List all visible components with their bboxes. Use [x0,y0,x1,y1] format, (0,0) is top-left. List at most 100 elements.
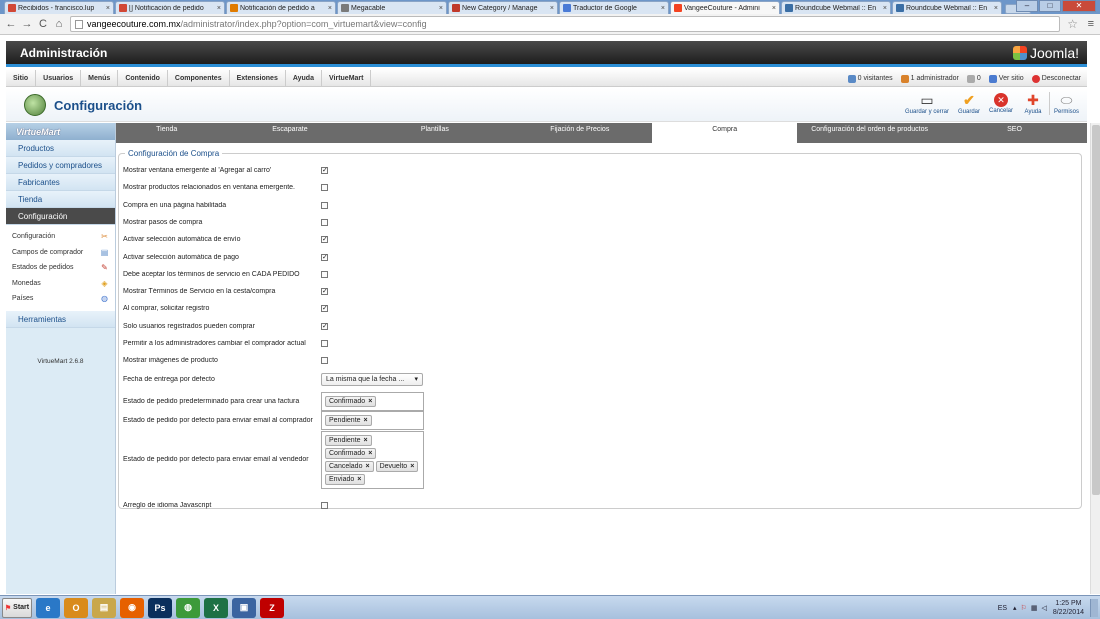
checkbox-checked[interactable]: ✓ [321,305,328,313]
clock[interactable]: 1:25 PM 8/22/2014 [1053,599,1084,617]
flag-icon[interactable]: ⚐ [1021,604,1027,612]
scrollbar-thumb[interactable] [1092,125,1100,495]
submenu-item[interactable]: Monedas ◈ [6,276,115,292]
checkbox-checked[interactable]: ✓ [321,167,328,174]
sidebar-item[interactable]: Pedidos y compradores [6,157,115,174]
minimize-button[interactable]: – [1016,0,1038,12]
save-button[interactable]: ✔ Guardar [953,92,985,115]
menu-item-componentes[interactable]: Componentes [168,69,230,87]
remove-chip-icon[interactable]: × [368,450,372,457]
tab-close-icon[interactable]: × [328,5,332,12]
browser-tab[interactable]: [] Notificación de pedido × [115,1,225,14]
tab-close-icon[interactable]: × [994,5,998,12]
url-field[interactable]: vangeecouture.com.mx/administrator/index… [70,16,1060,32]
tab-5[interactable]: Configuración del orden de productos [797,123,942,143]
tab-6[interactable]: SEO [942,123,1087,143]
submenu-item[interactable]: Países ◍ [6,291,115,307]
browser-tab[interactable]: VangeeCouture - Admini × [670,1,780,14]
checkbox[interactable] [321,340,328,347]
excel-icon[interactable]: X [204,597,228,618]
volume-icon[interactable]: ◁ [1041,604,1046,612]
app-icon[interactable]: ▣ [232,597,256,618]
sidebar-item[interactable]: Fabricantes [6,174,115,191]
tab-close-icon[interactable]: × [439,5,443,12]
browser-tab[interactable]: Notificación de pedido a × [226,1,336,14]
browser-tab[interactable]: Recibidos - francisco.lup × [4,1,114,14]
tab-close-icon[interactable]: × [217,5,221,12]
chrome-icon[interactable]: ◍ [176,597,200,618]
network-icon[interactable]: ▦ [1031,604,1038,612]
delivery-select[interactable]: La misma que la fecha ... ▾ [321,372,423,386]
maximize-button[interactable]: □ [1039,0,1061,12]
remove-chip-icon[interactable]: × [365,463,369,470]
remove-chip-icon[interactable]: × [364,417,368,424]
bookmark-star-icon[interactable]: ☆ [1067,17,1078,31]
folder-icon[interactable]: ▤ [92,597,116,618]
tab-2[interactable]: Plantillas [362,123,507,143]
sidebar-item[interactable]: Productos [6,140,115,157]
vertical-scrollbar[interactable] [1090,123,1100,594]
browser-menu-icon[interactable]: ≡ [1088,18,1094,30]
remove-chip-icon[interactable]: × [364,437,368,444]
menu-item-contenido[interactable]: Contenido [118,69,168,87]
submenu-item[interactable]: Configuración ✂ [6,229,115,245]
filezilla-icon[interactable]: Z [260,597,284,618]
cancel-button[interactable]: ✕ Cancelar [985,92,1017,115]
checkbox[interactable] [321,501,328,509]
tab-1[interactable]: Escaparate [217,123,362,143]
menu-item-usuarios[interactable]: Usuarios [36,69,82,87]
menu-item-menús[interactable]: Menús [81,69,119,87]
close-window-button[interactable]: ✕ [1062,0,1096,12]
email-vendor-multiselect[interactable]: Pendiente × Confirmado × Cancelado × Devuelto ×… [321,430,424,489]
outlook-icon[interactable]: O [64,597,88,618]
language-indicator[interactable]: ES [998,605,1007,612]
tab-0[interactable]: Tienda [116,123,217,143]
menu-item-extensiones[interactable]: Extensiones [230,69,286,87]
ie-icon[interactable]: e [36,597,60,618]
checkbox-checked[interactable]: ✓ [321,236,328,244]
menu-item-sitio[interactable]: Sitio [6,69,37,87]
sidebar-item[interactable]: Tienda [6,191,115,208]
tray-expand-icon[interactable]: ▴ [1013,604,1017,612]
remove-chip-icon[interactable]: × [357,476,361,483]
view-site-link[interactable]: Ver sitio [988,74,1024,83]
messages-status[interactable]: 0 [966,74,981,83]
start-button[interactable]: ⚑ Start [2,597,32,618]
tab-4[interactable]: Compra [652,123,798,143]
tab-close-icon[interactable]: × [661,5,665,12]
permissions-button[interactable]: ⬭ Permisos [1049,92,1081,115]
remove-chip-icon[interactable]: × [368,398,372,405]
home-icon[interactable]: ⌂ [52,18,66,30]
checkbox[interactable] [321,270,328,278]
logout-link[interactable]: Desconectar [1031,74,1081,83]
browser-tab[interactable]: Roundcube Webmail :: En × [781,1,891,14]
submenu-item[interactable]: Campos de comprador ▤ [6,245,115,261]
checkbox[interactable] [321,218,328,226]
show-desktop-button[interactable] [1090,599,1098,617]
firefox-icon[interactable]: ◉ [120,597,144,618]
help-button[interactable]: ✚ Ayuda [1017,92,1049,115]
menu-item-virtuemart[interactable]: VirtueMart [322,69,372,87]
browser-tab[interactable]: New Category / Manage × [448,1,558,14]
submenu-item[interactable]: Estados de pedidos ✎ [6,260,115,276]
back-icon[interactable]: ← [4,18,18,30]
tab-close-icon[interactable]: × [106,5,110,12]
sidebar-item-tools[interactable]: Herramientas [6,310,115,328]
tab-3[interactable]: Fijación de Precios [507,123,652,143]
checkbox-checked[interactable]: ✓ [321,322,328,330]
checkbox-checked[interactable]: ✓ [321,253,328,261]
tab-close-icon[interactable]: × [772,5,776,12]
save-close-button[interactable]: ▭ Guardar y cerrar [901,92,953,115]
photoshop-icon[interactable]: Ps [148,597,172,618]
browser-tab[interactable]: Megacable × [337,1,447,14]
sidebar-item[interactable]: Configuración [6,208,115,225]
tab-close-icon[interactable]: × [883,5,887,12]
email-buyer-multiselect[interactable]: Pendiente × [321,410,424,430]
tab-close-icon[interactable]: × [550,5,554,12]
remove-chip-icon[interactable]: × [410,463,414,470]
invoice-multiselect[interactable]: Confirmado × [321,391,424,411]
checkbox[interactable] [321,184,328,192]
checkbox[interactable] [321,201,328,209]
checkbox[interactable] [321,357,328,365]
browser-tab[interactable]: Traductor de Google × [559,1,669,14]
